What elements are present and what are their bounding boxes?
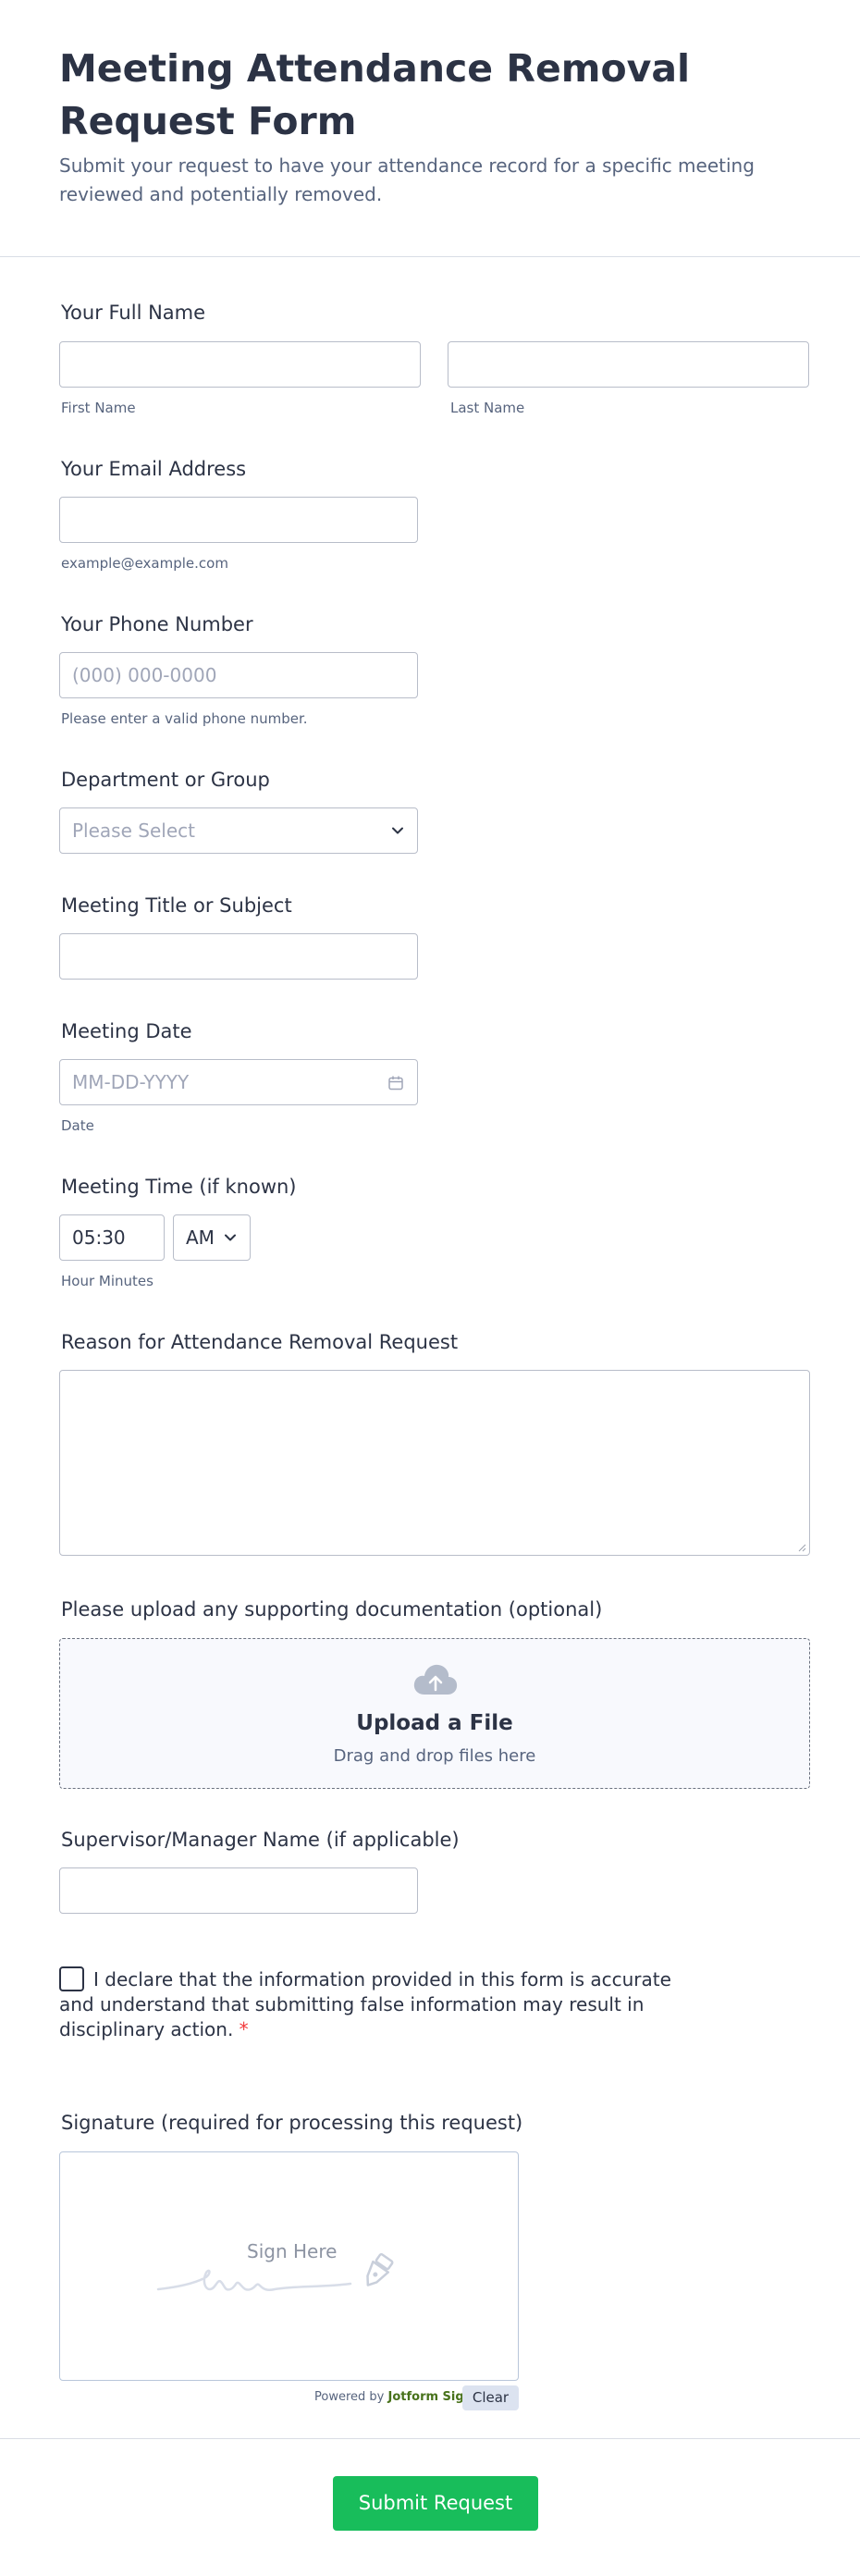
submit-button[interactable]: Submit Request <box>333 2476 538 2531</box>
meeting-time-value: 05:30 <box>72 1226 126 1249</box>
upload-label: Please upload any supporting documentati… <box>61 1598 603 1621</box>
upload-title: Upload a File <box>356 1711 513 1735</box>
department-select[interactable]: Please Select <box>59 807 418 854</box>
meeting-date-sublabel: Date <box>61 1117 94 1134</box>
last-name-input[interactable] <box>448 341 809 388</box>
signature-pad[interactable]: Sign Here <box>59 2151 519 2381</box>
last-name-sublabel: Last Name <box>450 400 525 416</box>
phone-input[interactable]: (000) 000-0000 <box>59 652 418 698</box>
meeting-time-ampm-select[interactable]: AM <box>173 1214 251 1261</box>
meeting-title-input[interactable] <box>59 933 418 980</box>
meeting-time-label: Meeting Time (if known) <box>61 1176 297 1198</box>
supervisor-input[interactable] <box>59 1867 418 1914</box>
email-label: Your Email Address <box>61 458 247 480</box>
phone-placeholder: (000) 000-0000 <box>72 664 217 686</box>
supervisor-label: Supervisor/Manager Name (if applicable) <box>61 1829 460 1851</box>
full-name-label: Your Full Name <box>61 302 206 324</box>
declaration-text: I declare that the information provided … <box>59 1968 671 2040</box>
meeting-date-placeholder: MM-DD-YYYY <box>72 1071 190 1093</box>
phone-label: Your Phone Number <box>61 613 253 635</box>
email-sublabel: example@example.com <box>61 555 228 572</box>
meeting-title-label: Meeting Title or Subject <box>61 894 292 917</box>
email-input[interactable] <box>59 497 418 543</box>
powered-by-label: Powered by <box>314 2390 385 2404</box>
sign-here-prompt: Sign Here <box>247 2240 338 2262</box>
department-placeholder: Please Select <box>72 820 195 842</box>
phone-sublabel: Please enter a valid phone number. <box>61 710 308 727</box>
required-asterisk: * <box>239 2018 249 2040</box>
meeting-date-label: Meeting Date <box>61 1020 192 1042</box>
form-header: Meeting Attendance Removal Request Form … <box>0 0 860 257</box>
page-title: Meeting Attendance Removal Request Form <box>59 46 691 143</box>
cloud-upload-icon <box>413 1664 458 1695</box>
upload-subtitle: Drag and drop files here <box>333 1746 536 1766</box>
meeting-time-input[interactable]: 05:30 <box>59 1214 165 1261</box>
declaration-checkbox[interactable] <box>59 1966 84 1991</box>
jotform-sign-brand[interactable]: Jotform Sign <box>388 2390 473 2404</box>
reason-textarea[interactable] <box>59 1370 810 1556</box>
page-subtitle: Submit your request to have your attenda… <box>59 154 755 205</box>
department-label: Department or Group <box>61 769 270 791</box>
meeting-date-input[interactable]: MM-DD-YYYY <box>59 1059 418 1105</box>
clear-signature-button[interactable]: Clear <box>462 2385 519 2410</box>
file-upload-dropzone[interactable]: Upload a File Drag and drop files here <box>59 1638 810 1789</box>
first-name-input[interactable] <box>59 341 421 388</box>
meeting-time-sublabel: Hour Minutes <box>61 1273 154 1289</box>
resize-handle-icon[interactable] <box>797 1543 806 1552</box>
signature-label: Signature (required for processing this … <box>61 2112 523 2134</box>
chevron-down-icon <box>225 1234 236 1241</box>
reason-label: Reason for Attendance Removal Request <box>61 1331 459 1353</box>
first-name-sublabel: First Name <box>61 400 136 416</box>
calendar-icon[interactable] <box>387 1075 404 1091</box>
chevron-down-icon <box>392 827 403 834</box>
powered-by-text: Powered by Jotform Sign <box>314 2390 473 2404</box>
meeting-time-ampm-value: AM <box>186 1226 215 1249</box>
declaration-checkbox-row[interactable]: I declare that the information provided … <box>59 1966 697 2042</box>
